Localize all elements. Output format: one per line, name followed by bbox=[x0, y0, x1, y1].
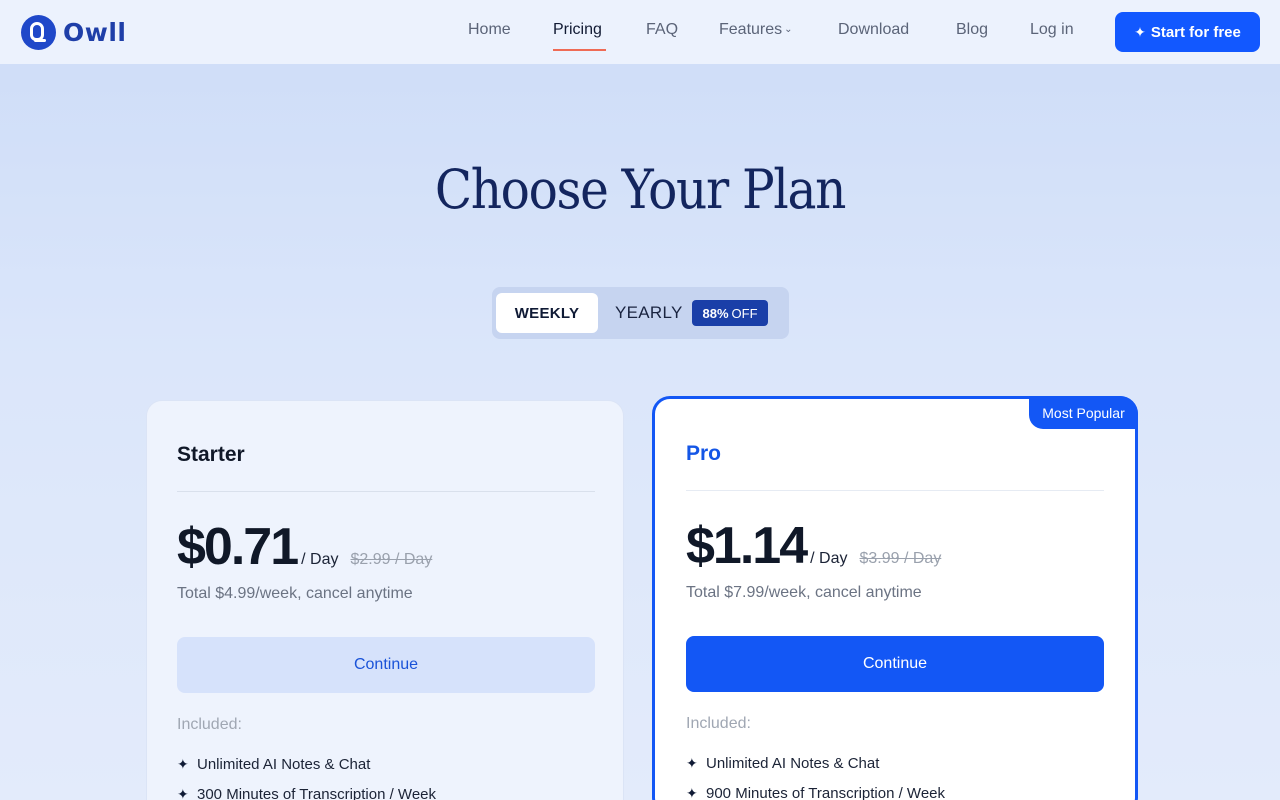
feature-text: Unlimited AI Notes & Chat bbox=[706, 754, 880, 772]
yearly-tab[interactable]: YEARLY bbox=[615, 303, 683, 323]
price: $0.71 bbox=[177, 518, 299, 576]
price-total: Total $7.99/week, cancel anytime bbox=[686, 584, 922, 601]
list-item: ✦ 900 Minutes of Transcription / Week bbox=[686, 778, 945, 800]
nav-features-label: Features bbox=[719, 21, 783, 38]
price-row: $0.71 / Day $2.99 / Day bbox=[177, 517, 432, 577]
feature-list: ✦ Unlimited AI Notes & Chat ✦ 300 Minutes … bbox=[177, 749, 436, 800]
list-item: ✦ Unlimited AI Notes & Chat bbox=[686, 748, 945, 778]
price: $1.14 bbox=[686, 517, 808, 575]
nav-blog[interactable]: Blog bbox=[956, 21, 988, 39]
most-popular-badge: Most Popular bbox=[1029, 396, 1138, 429]
logo-text: Owll bbox=[63, 18, 127, 47]
sparkle-icon: ✦ bbox=[1134, 23, 1146, 40]
price-unit: / Day bbox=[810, 550, 848, 567]
top-nav-bar: Owll Home Pricing FAQ Features ⌄ Download… bbox=[0, 0, 1280, 64]
continue-button[interactable]: Continue bbox=[686, 636, 1104, 692]
sparkle-icon: ✦ bbox=[177, 785, 189, 800]
feature-text: 300 Minutes of Transcription / Week bbox=[197, 785, 437, 800]
plan-name: Starter bbox=[177, 443, 245, 466]
discount-suffix: OFF bbox=[731, 305, 758, 321]
nav-login[interactable]: Log in bbox=[1030, 21, 1074, 39]
chevron-down-icon: ⌄ bbox=[784, 24, 793, 35]
sparkle-icon: ✦ bbox=[686, 784, 698, 800]
included-label: Included: bbox=[177, 716, 242, 733]
plan-name: Pro bbox=[686, 442, 722, 465]
nav-download[interactable]: Download bbox=[838, 21, 909, 39]
start-for-free-button[interactable]: ✦ Start for free bbox=[1115, 12, 1260, 52]
logo[interactable]: Owll bbox=[21, 15, 127, 50]
plan-card-pro: Most Popular Pro $1.14 / Day $3.99 / Day… bbox=[652, 396, 1138, 800]
continue-button[interactable]: Continue bbox=[177, 637, 595, 693]
plan-card-starter: Starter $0.71 / Day $2.99 / Day Total $4… bbox=[146, 400, 624, 800]
list-item: ✦ Unlimited AI Notes & Chat bbox=[177, 749, 436, 779]
nav-home[interactable]: Home bbox=[468, 21, 511, 39]
original-price: $2.99 / Day bbox=[350, 551, 433, 568]
price-unit: / Day bbox=[301, 551, 339, 568]
cta-label: Start for free bbox=[1150, 23, 1241, 41]
feature-text: Unlimited AI Notes & Chat bbox=[197, 755, 371, 773]
page-title: Choose Your Plan bbox=[434, 158, 847, 221]
nav-features[interactable]: Features ⌄ bbox=[719, 21, 793, 39]
original-price: $3.99 / Day bbox=[859, 550, 942, 567]
weekly-tab[interactable]: WEEKLY bbox=[496, 293, 598, 333]
price-row: $1.14 / Day $3.99 / Day bbox=[686, 516, 941, 576]
sparkle-icon: ✦ bbox=[177, 755, 189, 772]
feature-text: 900 Minutes of Transcription / Week bbox=[706, 784, 946, 800]
list-item: ✦ 300 Minutes of Transcription / Week bbox=[177, 779, 436, 800]
sparkle-icon: ✦ bbox=[686, 754, 698, 771]
nav-faq[interactable]: FAQ bbox=[646, 21, 678, 39]
price-total: Total $4.99/week, cancel anytime bbox=[177, 585, 413, 602]
discount-badge: 88% OFF bbox=[692, 300, 768, 326]
owl-logo-icon bbox=[21, 15, 56, 50]
discount-value: 88% bbox=[702, 305, 729, 321]
billing-toggle: WEEKLY YEARLY 88% OFF bbox=[492, 287, 789, 339]
active-nav-underline bbox=[553, 49, 606, 51]
divider bbox=[686, 490, 1104, 491]
divider bbox=[177, 491, 595, 492]
nav-pricing[interactable]: Pricing bbox=[553, 21, 602, 39]
feature-list: ✦ Unlimited AI Notes & Chat ✦ 900 Minutes … bbox=[686, 748, 945, 800]
included-label: Included: bbox=[686, 715, 751, 732]
